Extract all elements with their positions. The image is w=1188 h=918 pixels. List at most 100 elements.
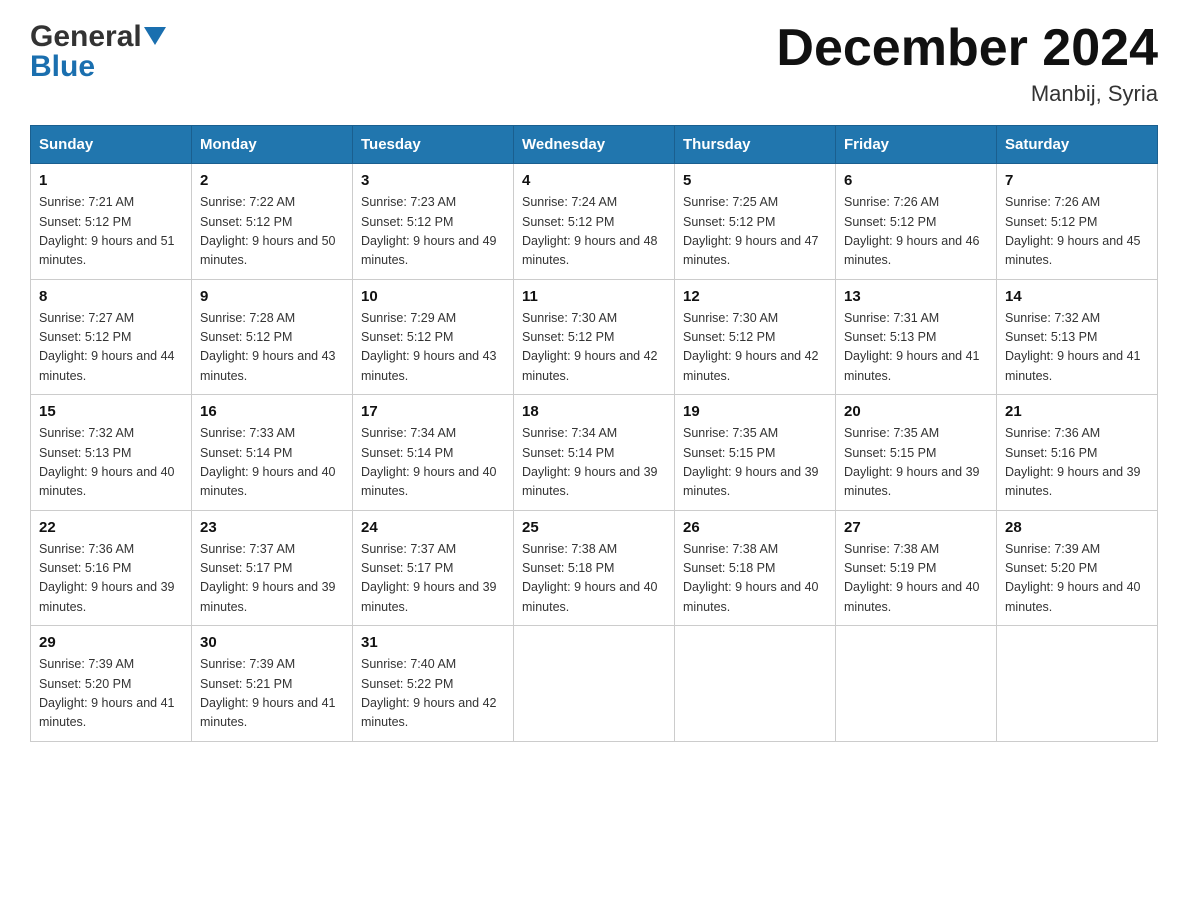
day-number: 10: [361, 288, 505, 305]
calendar-cell: [675, 626, 836, 742]
day-info: Sunrise: 7:26 AMSunset: 5:12 PMDaylight:…: [1005, 195, 1141, 267]
calendar-week-row: 1 Sunrise: 7:21 AMSunset: 5:12 PMDayligh…: [31, 164, 1158, 280]
calendar-cell: 18 Sunrise: 7:34 AMSunset: 5:14 PMDaylig…: [514, 395, 675, 511]
day-info: Sunrise: 7:30 AMSunset: 5:12 PMDaylight:…: [683, 311, 819, 383]
day-info: Sunrise: 7:34 AMSunset: 5:14 PMDaylight:…: [522, 426, 658, 498]
calendar-cell: 12 Sunrise: 7:30 AMSunset: 5:12 PMDaylig…: [675, 279, 836, 395]
day-number: 28: [1005, 519, 1149, 536]
calendar-week-row: 15 Sunrise: 7:32 AMSunset: 5:13 PMDaylig…: [31, 395, 1158, 511]
calendar-cell: 15 Sunrise: 7:32 AMSunset: 5:13 PMDaylig…: [31, 395, 192, 511]
day-info: Sunrise: 7:38 AMSunset: 5:18 PMDaylight:…: [683, 542, 819, 614]
day-info: Sunrise: 7:36 AMSunset: 5:16 PMDaylight:…: [1005, 426, 1141, 498]
day-info: Sunrise: 7:32 AMSunset: 5:13 PMDaylight:…: [1005, 311, 1141, 383]
day-info: Sunrise: 7:37 AMSunset: 5:17 PMDaylight:…: [361, 542, 497, 614]
day-number: 4: [522, 172, 666, 189]
day-number: 2: [200, 172, 344, 189]
day-info: Sunrise: 7:33 AMSunset: 5:14 PMDaylight:…: [200, 426, 336, 498]
calendar-cell: 8 Sunrise: 7:27 AMSunset: 5:12 PMDayligh…: [31, 279, 192, 395]
calendar-cell: 21 Sunrise: 7:36 AMSunset: 5:16 PMDaylig…: [997, 395, 1158, 511]
day-info: Sunrise: 7:39 AMSunset: 5:21 PMDaylight:…: [200, 657, 336, 729]
day-number: 25: [522, 519, 666, 536]
col-header-tuesday: Tuesday: [353, 126, 514, 164]
page-header: General Blue December 2024 Manbij, Syria: [30, 20, 1158, 107]
calendar-week-row: 8 Sunrise: 7:27 AMSunset: 5:12 PMDayligh…: [31, 279, 1158, 395]
col-header-thursday: Thursday: [675, 126, 836, 164]
calendar-cell: 17 Sunrise: 7:34 AMSunset: 5:14 PMDaylig…: [353, 395, 514, 511]
title-area: December 2024 Manbij, Syria: [776, 20, 1158, 107]
calendar-cell: 4 Sunrise: 7:24 AMSunset: 5:12 PMDayligh…: [514, 164, 675, 280]
calendar-cell: 2 Sunrise: 7:22 AMSunset: 5:12 PMDayligh…: [192, 164, 353, 280]
calendar-cell: 20 Sunrise: 7:35 AMSunset: 5:15 PMDaylig…: [836, 395, 997, 511]
day-number: 18: [522, 403, 666, 420]
calendar-table: SundayMondayTuesdayWednesdayThursdayFrid…: [30, 125, 1158, 742]
day-number: 17: [361, 403, 505, 420]
logo-arrow-icon: [144, 27, 166, 49]
day-info: Sunrise: 7:34 AMSunset: 5:14 PMDaylight:…: [361, 426, 497, 498]
calendar-cell: 24 Sunrise: 7:37 AMSunset: 5:17 PMDaylig…: [353, 510, 514, 626]
calendar-cell: 9 Sunrise: 7:28 AMSunset: 5:12 PMDayligh…: [192, 279, 353, 395]
day-number: 24: [361, 519, 505, 536]
calendar-cell: 1 Sunrise: 7:21 AMSunset: 5:12 PMDayligh…: [31, 164, 192, 280]
day-info: Sunrise: 7:35 AMSunset: 5:15 PMDaylight:…: [844, 426, 980, 498]
day-info: Sunrise: 7:39 AMSunset: 5:20 PMDaylight:…: [1005, 542, 1141, 614]
calendar-header-row: SundayMondayTuesdayWednesdayThursdayFrid…: [31, 126, 1158, 164]
calendar-cell: [514, 626, 675, 742]
day-info: Sunrise: 7:38 AMSunset: 5:18 PMDaylight:…: [522, 542, 658, 614]
day-number: 7: [1005, 172, 1149, 189]
day-info: Sunrise: 7:32 AMSunset: 5:13 PMDaylight:…: [39, 426, 175, 498]
day-info: Sunrise: 7:35 AMSunset: 5:15 PMDaylight:…: [683, 426, 819, 498]
day-number: 22: [39, 519, 183, 536]
day-number: 30: [200, 634, 344, 651]
day-number: 16: [200, 403, 344, 420]
day-number: 3: [361, 172, 505, 189]
day-number: 15: [39, 403, 183, 420]
day-number: 5: [683, 172, 827, 189]
day-number: 19: [683, 403, 827, 420]
calendar-cell: 30 Sunrise: 7:39 AMSunset: 5:21 PMDaylig…: [192, 626, 353, 742]
calendar-cell: 5 Sunrise: 7:25 AMSunset: 5:12 PMDayligh…: [675, 164, 836, 280]
calendar-cell: 11 Sunrise: 7:30 AMSunset: 5:12 PMDaylig…: [514, 279, 675, 395]
calendar-cell: [997, 626, 1158, 742]
day-info: Sunrise: 7:30 AMSunset: 5:12 PMDaylight:…: [522, 311, 658, 383]
calendar-cell: 29 Sunrise: 7:39 AMSunset: 5:20 PMDaylig…: [31, 626, 192, 742]
day-number: 23: [200, 519, 344, 536]
calendar-cell: 14 Sunrise: 7:32 AMSunset: 5:13 PMDaylig…: [997, 279, 1158, 395]
calendar-cell: 10 Sunrise: 7:29 AMSunset: 5:12 PMDaylig…: [353, 279, 514, 395]
calendar-cell: 19 Sunrise: 7:35 AMSunset: 5:15 PMDaylig…: [675, 395, 836, 511]
day-info: Sunrise: 7:31 AMSunset: 5:13 PMDaylight:…: [844, 311, 980, 383]
logo: General Blue: [30, 20, 166, 84]
month-title: December 2024: [776, 20, 1158, 77]
day-info: Sunrise: 7:28 AMSunset: 5:12 PMDaylight:…: [200, 311, 336, 383]
day-info: Sunrise: 7:37 AMSunset: 5:17 PMDaylight:…: [200, 542, 336, 614]
location-text: Manbij, Syria: [776, 81, 1158, 107]
day-info: Sunrise: 7:39 AMSunset: 5:20 PMDaylight:…: [39, 657, 175, 729]
calendar-cell: 6 Sunrise: 7:26 AMSunset: 5:12 PMDayligh…: [836, 164, 997, 280]
day-info: Sunrise: 7:27 AMSunset: 5:12 PMDaylight:…: [39, 311, 175, 383]
calendar-cell: 31 Sunrise: 7:40 AMSunset: 5:22 PMDaylig…: [353, 626, 514, 742]
day-number: 14: [1005, 288, 1149, 305]
day-info: Sunrise: 7:23 AMSunset: 5:12 PMDaylight:…: [361, 195, 497, 267]
day-info: Sunrise: 7:36 AMSunset: 5:16 PMDaylight:…: [39, 542, 175, 614]
day-info: Sunrise: 7:21 AMSunset: 5:12 PMDaylight:…: [39, 195, 175, 267]
calendar-cell: 23 Sunrise: 7:37 AMSunset: 5:17 PMDaylig…: [192, 510, 353, 626]
day-info: Sunrise: 7:24 AMSunset: 5:12 PMDaylight:…: [522, 195, 658, 267]
day-info: Sunrise: 7:40 AMSunset: 5:22 PMDaylight:…: [361, 657, 497, 729]
logo-blue-text: Blue: [30, 50, 95, 84]
calendar-cell: 22 Sunrise: 7:36 AMSunset: 5:16 PMDaylig…: [31, 510, 192, 626]
day-number: 31: [361, 634, 505, 651]
day-number: 21: [1005, 403, 1149, 420]
col-header-wednesday: Wednesday: [514, 126, 675, 164]
calendar-week-row: 22 Sunrise: 7:36 AMSunset: 5:16 PMDaylig…: [31, 510, 1158, 626]
day-info: Sunrise: 7:22 AMSunset: 5:12 PMDaylight:…: [200, 195, 336, 267]
calendar-cell: 7 Sunrise: 7:26 AMSunset: 5:12 PMDayligh…: [997, 164, 1158, 280]
calendar-cell: 3 Sunrise: 7:23 AMSunset: 5:12 PMDayligh…: [353, 164, 514, 280]
calendar-cell: 26 Sunrise: 7:38 AMSunset: 5:18 PMDaylig…: [675, 510, 836, 626]
calendar-cell: 27 Sunrise: 7:38 AMSunset: 5:19 PMDaylig…: [836, 510, 997, 626]
calendar-cell: 16 Sunrise: 7:33 AMSunset: 5:14 PMDaylig…: [192, 395, 353, 511]
day-info: Sunrise: 7:38 AMSunset: 5:19 PMDaylight:…: [844, 542, 980, 614]
day-number: 9: [200, 288, 344, 305]
day-number: 1: [39, 172, 183, 189]
day-info: Sunrise: 7:29 AMSunset: 5:12 PMDaylight:…: [361, 311, 497, 383]
calendar-week-row: 29 Sunrise: 7:39 AMSunset: 5:20 PMDaylig…: [31, 626, 1158, 742]
day-number: 29: [39, 634, 183, 651]
